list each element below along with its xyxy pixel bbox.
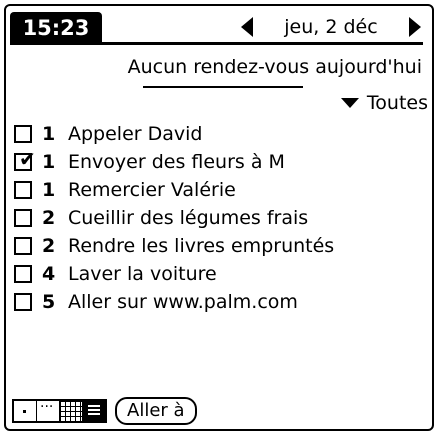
todo-text[interactable]: Aller sur www.palm.com <box>68 291 298 313</box>
todo-text[interactable]: Appeler David <box>68 123 202 145</box>
todo-text[interactable]: Laver la voiture <box>68 263 217 285</box>
todo-checkbox[interactable] <box>14 125 32 143</box>
todo-text[interactable]: Remercier Valérie <box>68 179 236 201</box>
todo-item[interactable]: 5 Aller sur www.palm.com <box>14 288 424 316</box>
todo-checkbox[interactable] <box>14 293 32 311</box>
todo-priority[interactable]: 5 <box>42 291 58 313</box>
bottom-toolbar: Aller à <box>12 397 197 425</box>
todo-checkbox[interactable] <box>14 209 32 227</box>
todo-item[interactable]: 1 Remercier Valérie <box>14 176 424 204</box>
goto-date-button[interactable]: Aller à <box>115 397 197 425</box>
checkmark-icon: ✔ <box>19 147 36 171</box>
category-filter-label: Toutes <box>366 92 428 114</box>
week-view-icon[interactable] <box>37 399 60 421</box>
title-rule <box>10 42 423 45</box>
todo-checkbox[interactable]: ✔ <box>14 149 36 171</box>
todo-priority[interactable]: 2 <box>42 207 58 229</box>
todo-item[interactable]: 2 Rendre les livres empruntés <box>14 232 424 260</box>
todo-checkbox[interactable] <box>14 265 32 283</box>
list-view-icon[interactable] <box>83 401 105 421</box>
month-view-icon[interactable] <box>60 401 83 421</box>
todo-text[interactable]: Rendre les livres empruntés <box>68 235 334 257</box>
todo-checkbox[interactable] <box>14 237 32 255</box>
todo-priority[interactable]: 2 <box>42 235 58 257</box>
appointment-summary[interactable]: Aucun rendez-vous aujourd'hui <box>72 56 422 78</box>
dropdown-triangle-icon <box>340 98 359 108</box>
todo-item[interactable]: 4 Laver la voiture <box>14 260 424 288</box>
todo-priority[interactable]: 1 <box>42 179 58 201</box>
todo-text[interactable]: Envoyer des fleurs à M <box>68 151 285 173</box>
divider <box>143 86 303 88</box>
todo-item[interactable]: ✔ 1 Envoyer des fleurs à M <box>14 148 424 176</box>
right-triangle-icon[interactable] <box>408 17 421 37</box>
todo-list: 1 Appeler David ✔ 1 Envoyer des fleurs à… <box>14 120 424 316</box>
date-navigator: jeu, 2 déc <box>237 12 427 42</box>
view-switcher <box>12 399 107 423</box>
clock-title: 15:23 <box>10 12 102 44</box>
todo-text[interactable]: Cueillir des légumes frais <box>68 207 308 229</box>
todo-checkbox[interactable] <box>14 181 32 199</box>
todo-priority[interactable]: 1 <box>42 123 58 145</box>
left-triangle-icon[interactable] <box>241 17 253 37</box>
todo-priority[interactable]: 4 <box>42 263 58 285</box>
current-date[interactable]: jeu, 2 déc <box>284 16 377 38</box>
day-view-icon[interactable] <box>14 401 37 421</box>
todo-item[interactable]: 2 Cueillir des légumes frais <box>14 204 424 232</box>
todo-item[interactable]: 1 Appeler David <box>14 120 424 148</box>
todo-priority[interactable]: 1 <box>42 151 58 173</box>
category-filter[interactable]: Toutes <box>340 92 428 114</box>
